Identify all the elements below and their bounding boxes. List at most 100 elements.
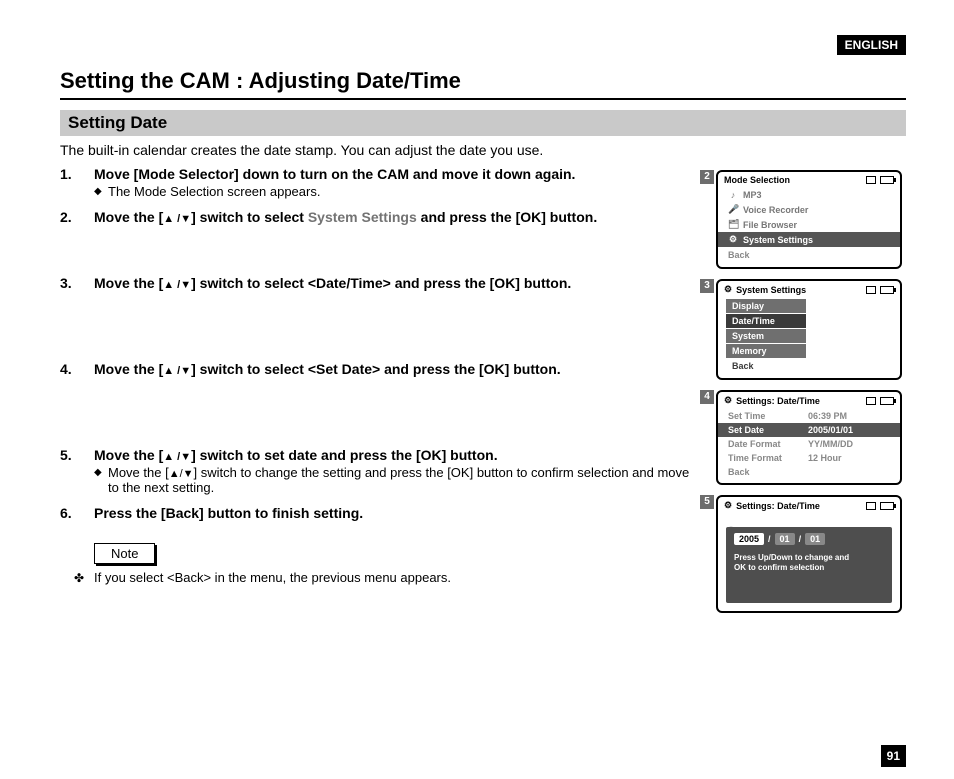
screen-4-number: 4 bbox=[700, 390, 714, 404]
memory-icon bbox=[866, 176, 876, 184]
screen-2-number: 2 bbox=[700, 170, 714, 184]
memory-icon bbox=[866, 397, 876, 405]
menu-item-label: Voice Recorder bbox=[743, 205, 808, 215]
page-number: 91 bbox=[881, 745, 906, 767]
arrow-up-down-icon: ▲ /▼ bbox=[163, 213, 191, 225]
settings-item[interactable]: Date/Time bbox=[726, 314, 806, 328]
screenshots-column: 2 Mode Selection ♪MP3🎤Voice Recorder🗂Fil… bbox=[716, 166, 906, 623]
step-2-mid: ] switch to select bbox=[191, 209, 308, 225]
datetime-row[interactable]: Date FormatYY/MM/DD bbox=[718, 437, 900, 451]
screen-2: Mode Selection ♪ MP3 🎤 Voice Recorder 🗂 File … bbox=[716, 170, 902, 269]
menu-item[interactable]: 🎤 Voice Recorder bbox=[718, 202, 900, 217]
step-3-prefix: Move the [ bbox=[94, 275, 163, 291]
step-1-head: Move [Mode Selector] down to turn on the… bbox=[94, 166, 575, 182]
page-title: Setting the CAM : Adjusting Date/Time bbox=[60, 68, 906, 100]
menu-back[interactable]: Back bbox=[718, 247, 900, 263]
menu-item-label: MP3 bbox=[743, 190, 762, 200]
screen-5-popup: 2005 / 01 / 01 Press Up/Down to change a… bbox=[726, 527, 892, 603]
datetime-row-label: Time Format bbox=[728, 453, 808, 463]
screen-3-wrap: 3 ⚙ System Settings DisplayDate/TimeSyst… bbox=[716, 279, 906, 380]
arrow-up-down-icon: ▲/▼ bbox=[169, 468, 194, 480]
step-1-sub: The Mode Selection screen appears. bbox=[94, 184, 702, 199]
settings-item[interactable]: Display bbox=[726, 299, 806, 313]
menu-item-icon: 🗂 bbox=[728, 219, 738, 230]
step-5-sub-prefix: Move the [ bbox=[108, 465, 169, 480]
step-5-sub: Move the [▲/▼] switch to change the sett… bbox=[94, 465, 702, 495]
battery-icon bbox=[880, 176, 894, 184]
intro-text: The built-in calendar creates the date s… bbox=[60, 142, 906, 158]
note-label-box: Note bbox=[94, 543, 155, 564]
datetime-row-value: 2005/01/01 bbox=[808, 425, 853, 435]
arrow-up-down-icon: ▲ /▼ bbox=[163, 451, 191, 463]
step-5-suffix: ] switch to set date and press the [OK] … bbox=[191, 447, 497, 463]
datetime-row[interactable]: Set Date2005/01/01 bbox=[718, 423, 900, 437]
menu-item-icon: ♪ bbox=[728, 190, 738, 200]
settings-icon: ⚙ bbox=[724, 284, 732, 295]
datetime-row-label: Set Time bbox=[728, 411, 808, 421]
screen-5-title: Settings: Date/Time bbox=[736, 501, 862, 511]
menu-item-icon: 🎤 bbox=[728, 204, 738, 215]
menu-item-icon: ⚙ bbox=[728, 234, 738, 245]
screen-5-wrap: 5 ⚙ Settings: Date/Time SSDTE 2005 / 01 bbox=[716, 495, 906, 613]
datetime-row-value: 12 Hour bbox=[808, 453, 842, 463]
memory-icon bbox=[866, 502, 876, 510]
step-4-suffix: ] switch to select <Set Date> and press … bbox=[191, 361, 561, 377]
step-3: Move the [▲ /▼] switch to select <Date/T… bbox=[60, 275, 702, 351]
screen-4-wrap: 4 ⚙ Settings: Date/Time Set Time06:39 PM… bbox=[716, 390, 906, 485]
screen-2-title: Mode Selection bbox=[724, 175, 862, 185]
screen-5-number: 5 bbox=[700, 495, 714, 509]
menu-item-label: File Browser bbox=[743, 220, 797, 230]
menu-item[interactable]: 🗂 File Browser bbox=[718, 217, 900, 232]
screen-3: ⚙ System Settings DisplayDate/TimeSystem… bbox=[716, 279, 902, 380]
settings-item[interactable]: Memory bbox=[726, 344, 806, 358]
date-year[interactable]: 2005 bbox=[734, 533, 764, 545]
settings-item[interactable]: System bbox=[726, 329, 806, 343]
menu-item[interactable]: ⚙System Settings bbox=[718, 232, 900, 247]
step-6-head: Press the [Back] button to finish settin… bbox=[94, 505, 363, 521]
screen-2-wrap: 2 Mode Selection ♪MP3🎤Voice Recorder🗂Fil… bbox=[716, 170, 906, 269]
screen-4-title: Settings: Date/Time bbox=[736, 396, 862, 406]
datetime-row-value: YY/MM/DD bbox=[808, 439, 853, 449]
battery-icon bbox=[880, 502, 894, 510]
settings-item[interactable]: Back bbox=[726, 359, 806, 373]
date-separator: / bbox=[768, 534, 771, 544]
datetime-row-value: 06:39 PM bbox=[808, 411, 847, 421]
step-4-prefix: Move the [ bbox=[94, 361, 163, 377]
step-2-prefix: Move the [ bbox=[94, 209, 163, 225]
step-2: Move the [▲ /▼] switch to select System … bbox=[60, 209, 702, 265]
screen-5: ⚙ Settings: Date/Time SSDTE 2005 / 01 / … bbox=[716, 495, 902, 613]
step-3-suffix: ] switch to select <Date/Time> and press… bbox=[191, 275, 571, 291]
date-day[interactable]: 01 bbox=[805, 533, 825, 545]
step-4: Move the [▲ /▼] switch to select <Set Da… bbox=[60, 361, 702, 437]
datetime-row-label: Set Date bbox=[728, 425, 808, 435]
datetime-row[interactable]: Set Time06:39 PM bbox=[718, 409, 900, 423]
datetime-row[interactable]: Back bbox=[718, 465, 900, 479]
date-month[interactable]: 01 bbox=[775, 533, 795, 545]
popup-message-1: Press Up/Down to change and bbox=[734, 553, 884, 563]
step-2-suffix: and press the [OK] button. bbox=[417, 209, 597, 225]
popup-message-2: OK to confirm selection bbox=[734, 563, 884, 573]
screen-4: ⚙ Settings: Date/Time Set Time06:39 PMSe… bbox=[716, 390, 902, 485]
step-5: Move the [▲ /▼] switch to set date and p… bbox=[60, 447, 702, 495]
section-title: Setting Date bbox=[60, 110, 906, 136]
datetime-row[interactable]: Time Format12 Hour bbox=[718, 451, 900, 465]
menu-item[interactable]: ♪ MP3 bbox=[718, 188, 900, 202]
step-5-prefix: Move the [ bbox=[94, 447, 163, 463]
battery-icon bbox=[880, 286, 894, 294]
date-editor: 2005 / 01 / 01 bbox=[734, 533, 884, 545]
screen-3-title: System Settings bbox=[736, 285, 862, 295]
instruction-column: Move [Mode Selector] down to turn on the… bbox=[60, 166, 702, 623]
step-6: Press the [Back] button to finish settin… bbox=[60, 505, 702, 521]
datetime-row-label: Back bbox=[728, 467, 808, 477]
battery-icon bbox=[880, 397, 894, 405]
step-1: Move [Mode Selector] down to turn on the… bbox=[60, 166, 702, 199]
datetime-row-label: Date Format bbox=[728, 439, 808, 449]
language-tag: ENGLISH bbox=[837, 35, 906, 55]
settings-icon: ⚙ bbox=[724, 500, 732, 511]
arrow-up-down-icon: ▲ /▼ bbox=[163, 279, 191, 291]
date-separator: / bbox=[799, 534, 802, 544]
step-5-sub-suffix: ] switch to change the setting and press… bbox=[108, 465, 689, 495]
arrow-up-down-icon: ▲ /▼ bbox=[163, 365, 191, 377]
memory-icon bbox=[866, 286, 876, 294]
settings-icon: ⚙ bbox=[724, 395, 732, 406]
